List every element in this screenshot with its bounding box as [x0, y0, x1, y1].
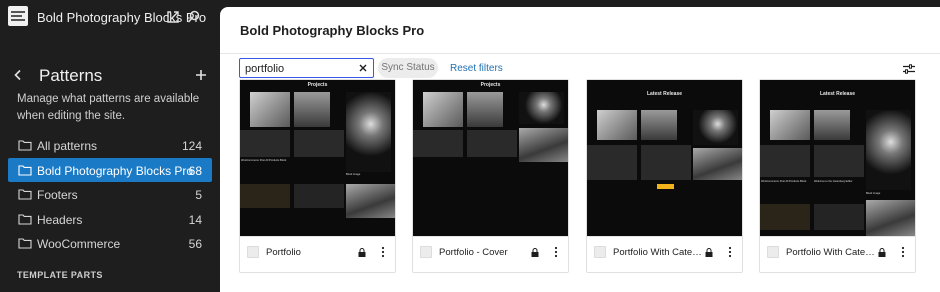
preview-caption: WooCommerce Post All Products Block	[761, 180, 807, 183]
sidebar-item-count: 14	[188, 212, 202, 227]
site-logo-icon[interactable]	[8, 6, 28, 26]
pattern-title[interactable]: Portfolio With Category	[613, 247, 705, 258]
search-input[interactable]: portfolio	[239, 58, 374, 78]
sliders-icon[interactable]	[902, 62, 916, 76]
preview-heading: Latest Release	[646, 91, 683, 97]
folder-icon	[18, 213, 32, 225]
page-title: Bold Photography Blocks Pro	[240, 23, 425, 38]
preview-caption: WooCommerce Post All Products Block	[241, 159, 287, 162]
sidebar-item-all-patterns[interactable]: All patterns 124	[8, 133, 212, 158]
lock-icon	[878, 248, 886, 257]
pattern-preview[interactable]: Projects WooCommerce Post All Products B…	[240, 80, 395, 236]
pattern-icon	[594, 246, 606, 258]
preview-caption: Block Image	[866, 192, 881, 195]
sidebar-item-label: Bold Photography Blocks Pro	[37, 163, 194, 178]
preview-heading: Projects	[307, 82, 328, 88]
pattern-card-portfolio[interactable]: Projects WooCommerce Post All Products B…	[239, 79, 396, 273]
lock-icon	[358, 248, 366, 257]
sync-status-button[interactable]: Sync Status	[378, 58, 438, 78]
more-options-icon[interactable]	[724, 246, 736, 258]
folder-icon	[18, 238, 32, 249]
sidebar-item-woocommerce[interactable]: WooCommerce 56	[8, 231, 212, 256]
sidebar-item-label: All patterns	[37, 139, 98, 153]
sidebar-item-footers[interactable]: Footers 5	[8, 182, 212, 207]
reset-filters-button[interactable]: Reset filters	[450, 63, 503, 74]
search-icon[interactable]	[186, 9, 202, 25]
pattern-card-portfolio-cover[interactable]: Projects Portfolio - Cover	[412, 79, 569, 273]
folder-icon	[18, 164, 32, 176]
pattern-card-portfolio-with-category-2[interactable]: Latest Release WooCommerce Post All Prod…	[759, 79, 916, 273]
pattern-preview[interactable]: Projects	[413, 80, 568, 236]
search-input-value[interactable]: portfolio	[245, 63, 284, 75]
pattern-icon	[420, 246, 432, 258]
more-options-icon[interactable]	[550, 246, 562, 258]
sidebar-item-count: 5	[195, 188, 202, 202]
more-options-icon[interactable]	[377, 246, 389, 258]
chevron-left-icon[interactable]	[10, 67, 26, 83]
site-hub: Bold Photography Blocks Pro	[0, 0, 220, 36]
sidebar-item-label: WooCommerce	[37, 237, 121, 251]
navigation-header: Patterns	[0, 62, 220, 88]
patterns-main-panel: Bold Photography Blocks Pro portfolio Sy…	[220, 7, 940, 292]
folder-icon	[18, 140, 32, 151]
sidebar-item-count: 56	[188, 237, 202, 251]
pattern-icon	[247, 246, 259, 258]
pattern-icon	[767, 246, 779, 258]
navigation-description: Manage what patterns are available when …	[17, 93, 200, 122]
sidebar-item-label: Footers	[37, 188, 78, 202]
pattern-category-list: All patterns 124 Bold Photography Blocks…	[8, 133, 212, 256]
sidebar: Bold Photography Blocks Pro Patterns Man…	[0, 0, 220, 292]
pattern-preview[interactable]: Latest Release WooCommerce Post All Prod…	[760, 80, 915, 236]
preview-caption: Block Image	[346, 173, 361, 176]
pattern-card-portfolio-with-category[interactable]: Latest Release Portfolio With Category	[586, 79, 743, 273]
pattern-title[interactable]: Portfolio - Cover	[439, 247, 531, 258]
pattern-title[interactable]: Portfolio With Category	[786, 247, 878, 258]
preview-heading: Latest Release	[819, 91, 856, 97]
pattern-title[interactable]: Portfolio	[266, 247, 358, 258]
navigation-title: Patterns	[39, 66, 103, 85]
external-link-icon[interactable]	[165, 9, 181, 25]
template-parts-heading: TEMPLATE PARTS	[17, 270, 103, 280]
sidebar-item-count: 68	[188, 163, 202, 178]
sidebar-item-headers[interactable]: Headers 14	[8, 207, 212, 232]
header-divider	[220, 53, 940, 54]
sidebar-item-bold-photography-blocks-pro[interactable]: Bold Photography Blocks Pro 68	[8, 157, 212, 182]
folder-icon	[18, 189, 32, 200]
plus-icon[interactable]	[193, 67, 209, 83]
lock-icon	[705, 248, 713, 257]
preview-heading: Projects	[480, 82, 501, 88]
more-options-icon[interactable]	[897, 246, 909, 258]
preview-caption: Welcome to the Gutenberg Editor	[814, 180, 853, 183]
close-icon[interactable]	[358, 63, 368, 73]
pattern-preview[interactable]: Latest Release	[587, 80, 742, 236]
sidebar-item-label: Headers	[37, 212, 83, 227]
lock-icon	[531, 248, 539, 257]
sidebar-item-count: 124	[181, 139, 202, 153]
